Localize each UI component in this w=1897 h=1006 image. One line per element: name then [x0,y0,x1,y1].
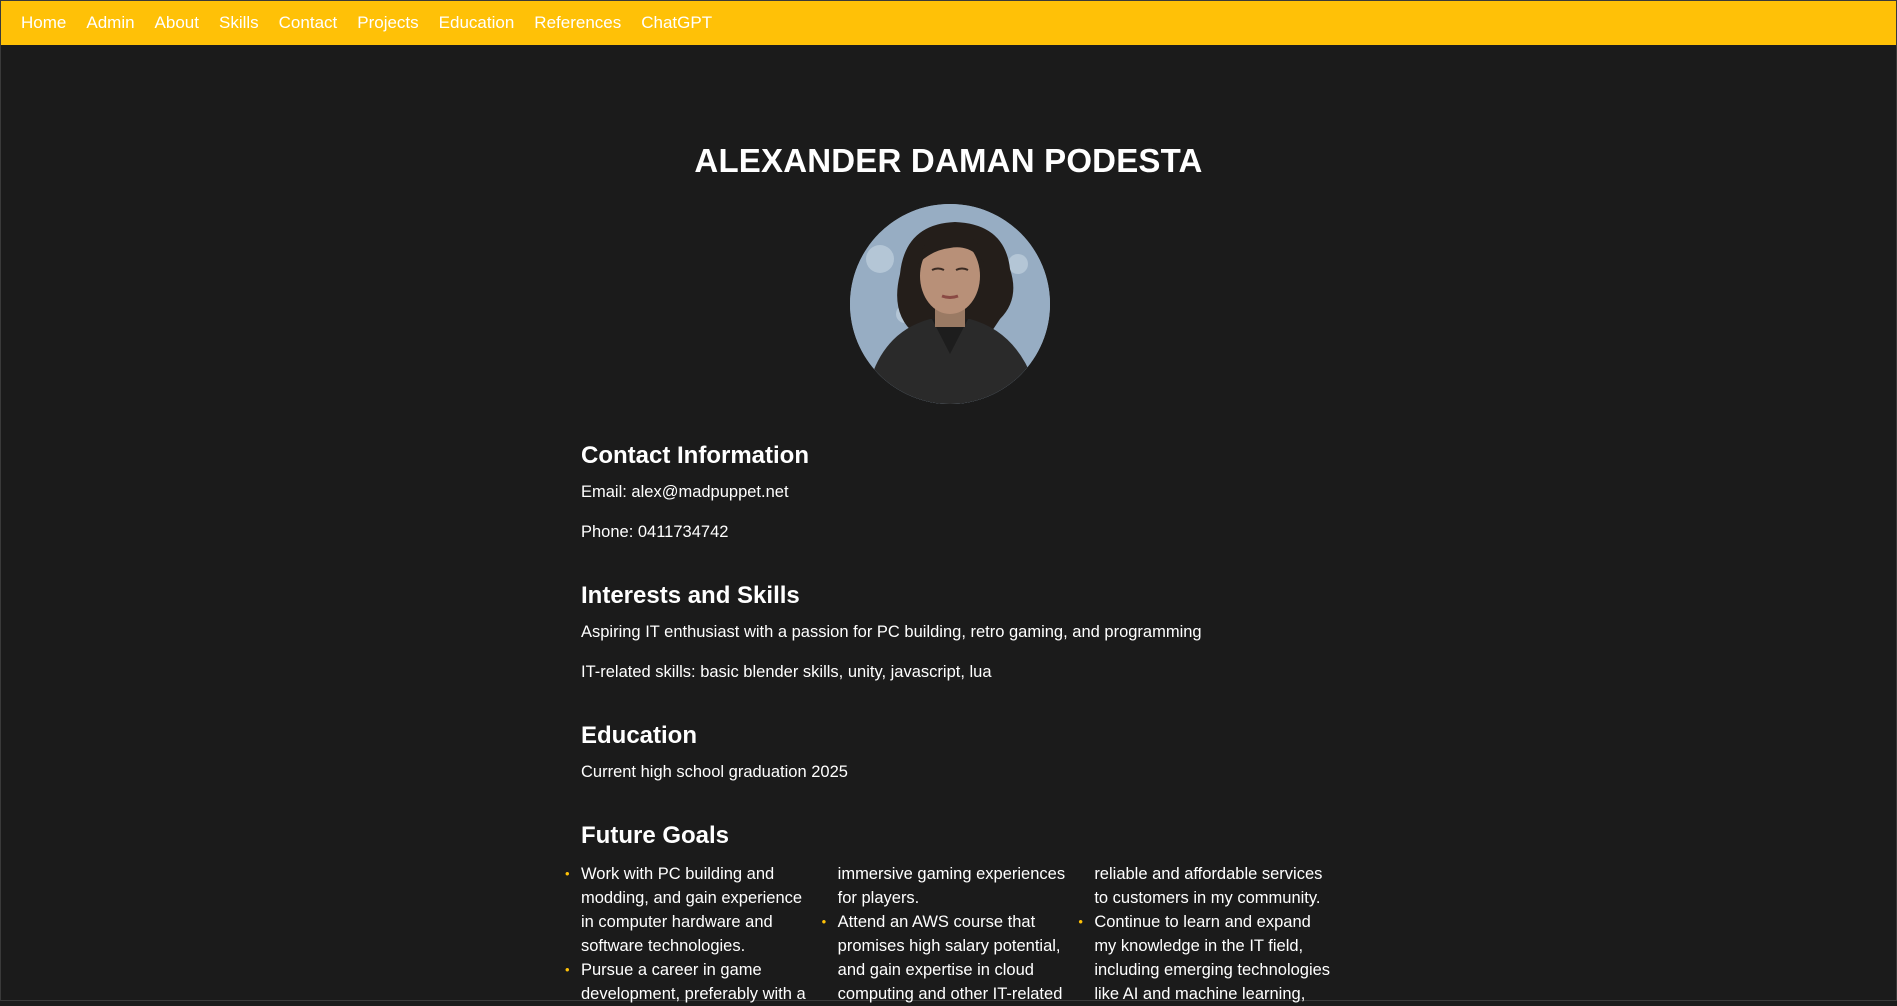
nav-admin[interactable]: Admin [76,1,144,45]
avatar-portrait-icon [850,204,1050,404]
contact-email: Email: alex@madpuppet.net [581,483,789,501]
goals-heading: Future Goals [581,822,730,849]
education-heading: Education [581,722,698,749]
skills-summary: Aspiring IT enthusiast with a passion fo… [581,623,1202,641]
list-item: immersive gaming experiences for players… [837,865,1066,907]
list-item: Attend an AWS course that promises high … [822,910,1075,1006]
nav-references[interactable]: References [524,1,631,45]
education-detail: Current high school graduation 2025 [581,763,848,781]
list-item: Work with PC building and modding, and g… [565,862,818,958]
nav-education[interactable]: Education [429,1,525,45]
contact-heading: Contact Information [581,442,809,469]
nav-projects[interactable]: Projects [347,1,428,45]
avatar [850,204,1050,404]
nav-home[interactable]: Home [1,1,76,45]
list-item: Pursue a career in game development, pre… [565,958,818,1006]
nav-about[interactable]: About [145,1,209,45]
skills-it: IT-related skills: basic blender skills,… [581,663,992,681]
nav-chatgpt[interactable]: ChatGPT [631,1,722,45]
nav-skills[interactable]: Skills [209,1,269,45]
top-nav: Home Admin About Skills Contact Projects… [1,1,1896,45]
list-item: Continue to learn and expand my knowledg… [1078,910,1331,1006]
list-item: reliable and affordable services to cust… [1094,865,1323,907]
page-title: ALEXANDER DAMAN PODESTA [694,142,1203,179]
skills-heading: Interests and Skills [581,582,800,609]
nav-contact[interactable]: Contact [269,1,348,45]
contact-phone: Phone: 0411734742 [581,523,729,541]
goals-list: Work with PC building and modding, and g… [565,862,1331,1006]
